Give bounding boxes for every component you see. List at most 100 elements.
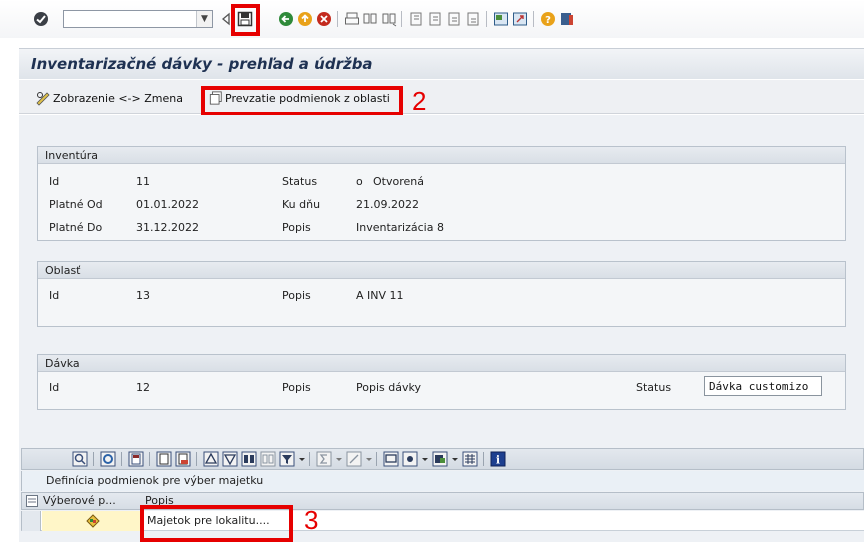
subtotal-icon[interactable] xyxy=(346,451,362,467)
id-label: Id xyxy=(49,289,60,302)
application-toolbar: Zobrazenie <-> Zmena Prevzatie podmienok… xyxy=(19,80,864,114)
print-icon[interactable] xyxy=(344,11,360,27)
group-title: Dávka xyxy=(38,355,845,372)
desc-label: Popis xyxy=(282,289,311,302)
find-next-icon[interactable] xyxy=(381,11,397,27)
delete-row-icon[interactable] xyxy=(175,451,191,467)
command-field[interactable] xyxy=(63,10,213,28)
svg-text:i: i xyxy=(496,454,500,467)
id-label: Id xyxy=(49,175,60,188)
first-page-icon[interactable] xyxy=(408,11,424,27)
annotation-3: 3 xyxy=(304,505,319,535)
grid-toolbar: i xyxy=(21,448,864,470)
highlight-take-conditions xyxy=(201,86,403,116)
annotation-2: 2 xyxy=(412,86,427,116)
export-dropdown-icon[interactable] xyxy=(451,451,459,467)
info-icon[interactable]: i xyxy=(490,451,506,467)
subtotal-dropdown-icon[interactable] xyxy=(365,451,373,467)
command-dropdown-button[interactable]: ▼ xyxy=(196,11,212,27)
grid-separator xyxy=(121,452,122,466)
details-icon[interactable] xyxy=(72,451,88,467)
desc-label: Popis xyxy=(282,221,311,234)
grid-separator xyxy=(376,452,377,466)
insert-row-icon[interactable] xyxy=(156,451,172,467)
check-icon[interactable] xyxy=(33,11,49,27)
multiple-selection-icon[interactable] xyxy=(86,514,100,528)
sort-descending-icon[interactable] xyxy=(222,451,238,467)
print-preview-icon[interactable] xyxy=(383,451,399,467)
valid-from-label: Platné Od xyxy=(49,198,103,211)
next-page-icon[interactable] xyxy=(446,11,462,27)
exit-icon[interactable] xyxy=(297,11,313,27)
row-selector[interactable] xyxy=(22,511,41,531)
id-value: 11 xyxy=(136,175,150,188)
last-page-icon[interactable] xyxy=(465,11,481,27)
toolbar-separator xyxy=(486,11,487,27)
status-label: Status xyxy=(636,381,672,394)
grid-separator xyxy=(483,452,484,466)
status-icon: o xyxy=(356,175,363,188)
highlight-row xyxy=(140,505,293,542)
desc-label: Popis xyxy=(282,381,311,394)
new-session-icon[interactable] xyxy=(493,11,509,27)
find-next-icon[interactable] xyxy=(260,451,276,467)
valid-to-label: Platné Do xyxy=(49,221,103,234)
refresh-icon[interactable] xyxy=(100,451,116,467)
export-icon[interactable] xyxy=(432,451,448,467)
highlight-save xyxy=(231,4,260,36)
toolbar-separator xyxy=(533,11,534,27)
desc-value: Popis dávky xyxy=(356,381,421,394)
column-header-selection[interactable]: Výberové p... xyxy=(43,493,116,509)
id-label: Id xyxy=(49,381,60,394)
grid-caption: Definícia podmienok pre výber majetku xyxy=(21,471,864,491)
sum-icon[interactable] xyxy=(316,451,332,467)
back-icon[interactable] xyxy=(278,11,294,27)
customize-layout-icon[interactable] xyxy=(559,11,575,27)
title-bar: Inventarizačné dávky - prehľad a údržba xyxy=(19,48,864,79)
filter-dropdown-icon[interactable] xyxy=(298,451,306,467)
shortcut-icon[interactable] xyxy=(512,11,528,27)
desc-value: Inventarizácia 8 xyxy=(356,221,444,234)
help-icon[interactable]: ? xyxy=(540,11,556,27)
group-davka: Dávka Id 12 Popis Popis dávky Status Dáv… xyxy=(37,354,846,410)
find-icon[interactable] xyxy=(362,11,378,27)
status-field[interactable]: Dávka customizo xyxy=(704,376,822,396)
group-title: Oblasť xyxy=(38,262,845,279)
prev-page-icon[interactable] xyxy=(427,11,443,27)
to-day-value: 21.09.2022 xyxy=(356,198,419,211)
filter-icon[interactable] xyxy=(279,451,295,467)
group-title: Inventúra xyxy=(38,147,845,164)
sort-ascending-icon[interactable] xyxy=(203,451,219,467)
grid-separator xyxy=(149,452,150,466)
id-value: 13 xyxy=(136,289,150,302)
status-label: Status xyxy=(282,175,318,188)
system-toolbar: ▼ ? xyxy=(0,0,864,38)
find-icon[interactable] xyxy=(241,451,257,467)
page-title: Inventarizačné dávky - prehľad a údržba xyxy=(31,55,373,73)
to-day-label: Ku dňu xyxy=(282,198,321,211)
selection-cell[interactable] xyxy=(42,511,143,531)
sum-dropdown-icon[interactable] xyxy=(335,451,343,467)
display-change-label: Zobrazenie <-> Zmena xyxy=(53,91,183,105)
desc-value: A INV 11 xyxy=(356,289,404,302)
display-change-button[interactable]: Zobrazenie <-> Zmena xyxy=(35,90,183,106)
edit-icon[interactable] xyxy=(128,451,144,467)
cancel-icon[interactable] xyxy=(316,11,332,27)
select-all-icon[interactable] xyxy=(26,495,38,507)
grid-separator xyxy=(93,452,94,466)
status-value: Otvorená xyxy=(373,175,424,188)
grid-separator xyxy=(196,452,197,466)
grid-separator xyxy=(309,452,310,466)
svg-text:?: ? xyxy=(545,15,551,26)
valid-from-value: 01.01.2022 xyxy=(136,198,199,211)
group-oblast: Oblasť Id 13 Popis A INV 11 xyxy=(37,261,846,327)
toolbar-separator xyxy=(401,11,402,27)
valid-to-value: 31.12.2022 xyxy=(136,221,199,234)
group-inventura: Inventúra Id 11 Status o Otvorená Platné… xyxy=(37,146,846,241)
layout-icon[interactable] xyxy=(462,451,478,467)
pencil-glasses-icon xyxy=(36,92,50,106)
id-value: 12 xyxy=(136,381,150,394)
toolbar-separator xyxy=(337,11,338,27)
views-icon[interactable] xyxy=(402,451,418,467)
views-dropdown-icon[interactable] xyxy=(421,451,429,467)
